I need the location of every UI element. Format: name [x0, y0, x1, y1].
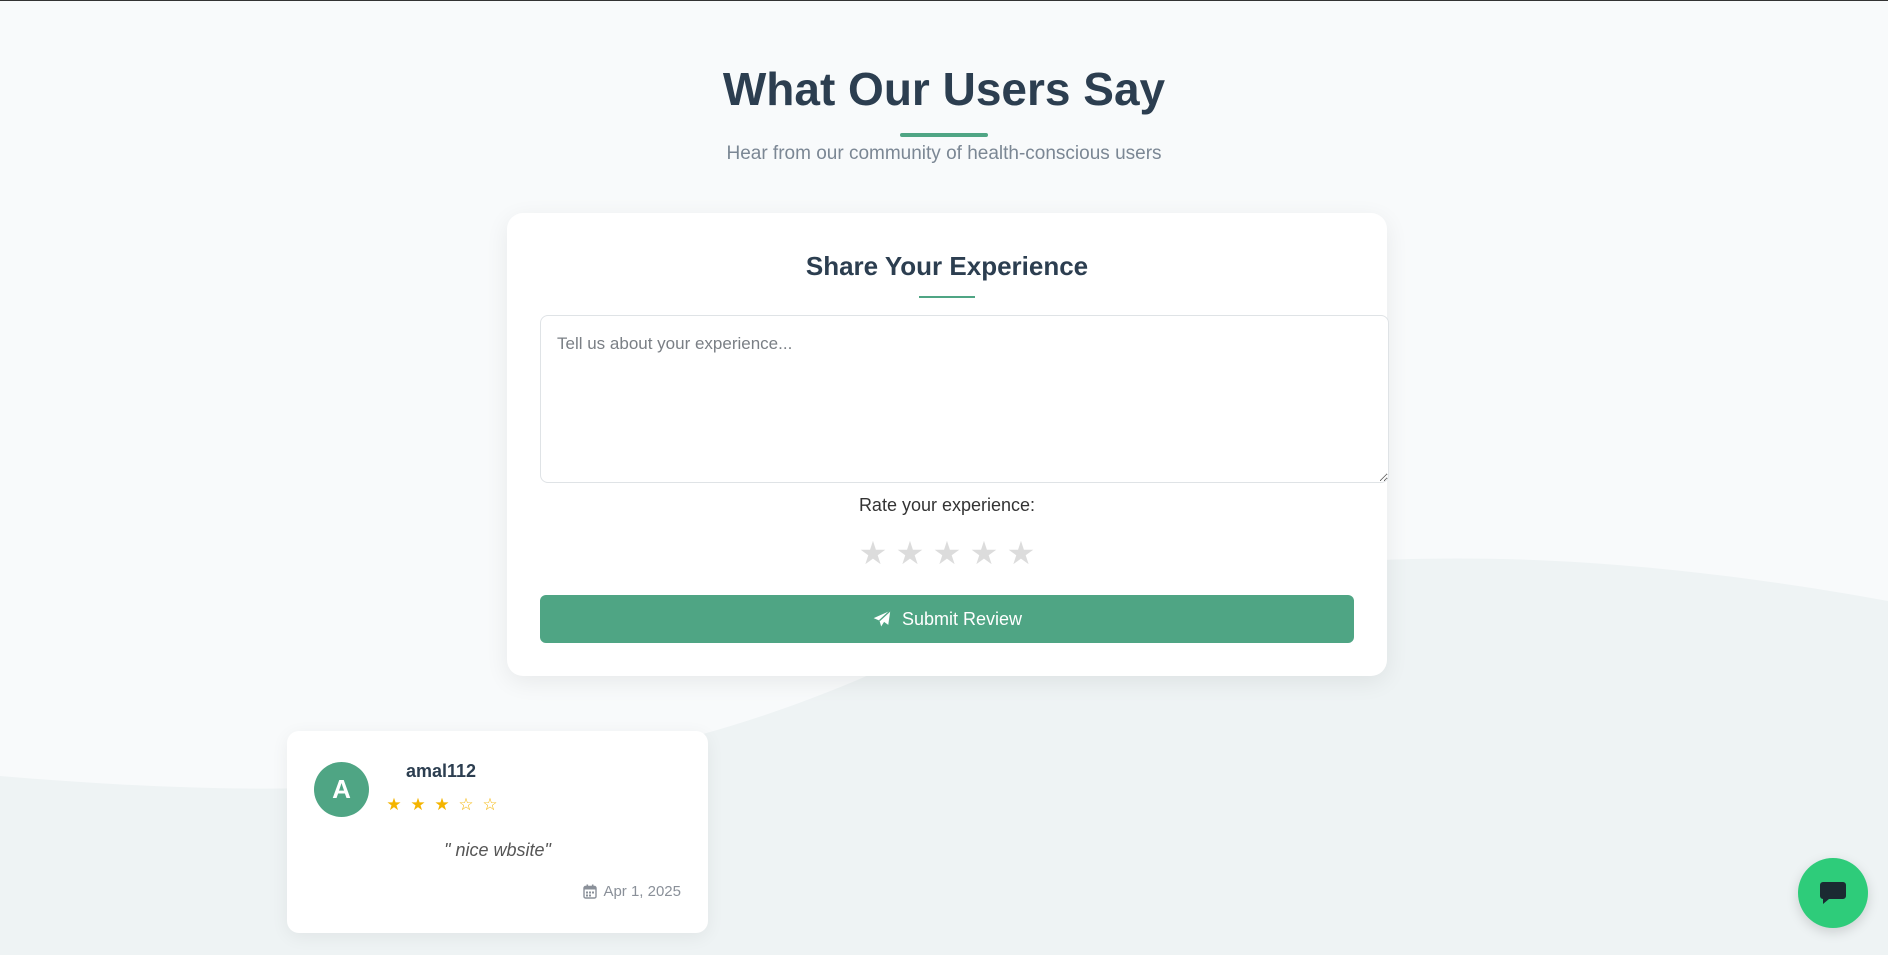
chat-widget-button[interactable] — [1798, 858, 1868, 928]
review-form-card: Share Your Experience Rate your experien… — [507, 213, 1389, 676]
chat-bubble-icon — [1820, 882, 1846, 904]
submit-review-button[interactable]: Submit Review — [540, 595, 1354, 643]
rating-label: Rate your experience: — [858, 495, 1036, 515]
star-filled-icon: ★ — [434, 795, 450, 814]
review-date-text: Apr 1, 2025 — [603, 883, 681, 900]
review-card: A amal112 ★ ★ ★ ☆ ☆ " nice wbsite" Apr 1… — [287, 731, 708, 933]
submit-review-label: Submit Review — [901, 608, 1023, 629]
rating-star-input: ★ ★ ★ ★ ★ — [507, 535, 1387, 571]
reviewer-name: amal112 — [406, 761, 477, 781]
star-empty-icon: ☆ — [458, 795, 474, 814]
rating-star-2[interactable]: ★ — [896, 535, 925, 571]
title-underline — [900, 133, 988, 137]
page-subtitle: Hear from our community of health-consci… — [726, 143, 1162, 164]
paper-plane-icon — [873, 610, 891, 627]
review-rating-stars: ★ ★ ★ ☆ ☆ — [385, 795, 499, 815]
avatar: A — [314, 762, 369, 817]
rating-star-5[interactable]: ★ — [1007, 535, 1036, 571]
form-title: Share Your Experience — [805, 251, 1089, 281]
section-header: What Our Users Say Hear from our communi… — [0, 61, 1888, 165]
rating-star-4[interactable]: ★ — [970, 535, 999, 571]
star-filled-icon: ★ — [386, 795, 402, 814]
star-empty-icon: ☆ — [482, 795, 498, 814]
calendar-icon — [583, 884, 598, 899]
rating-star-3[interactable]: ★ — [933, 535, 962, 571]
star-filled-icon: ★ — [410, 795, 426, 814]
form-title-underline — [919, 296, 975, 298]
rating-star-1[interactable]: ★ — [859, 535, 888, 571]
review-text: " nice wbsite" — [444, 840, 551, 860]
review-textarea[interactable] — [540, 315, 1389, 483]
page-title: What Our Users Say — [722, 63, 1166, 115]
review-date: Apr 1, 2025 — [583, 883, 681, 900]
